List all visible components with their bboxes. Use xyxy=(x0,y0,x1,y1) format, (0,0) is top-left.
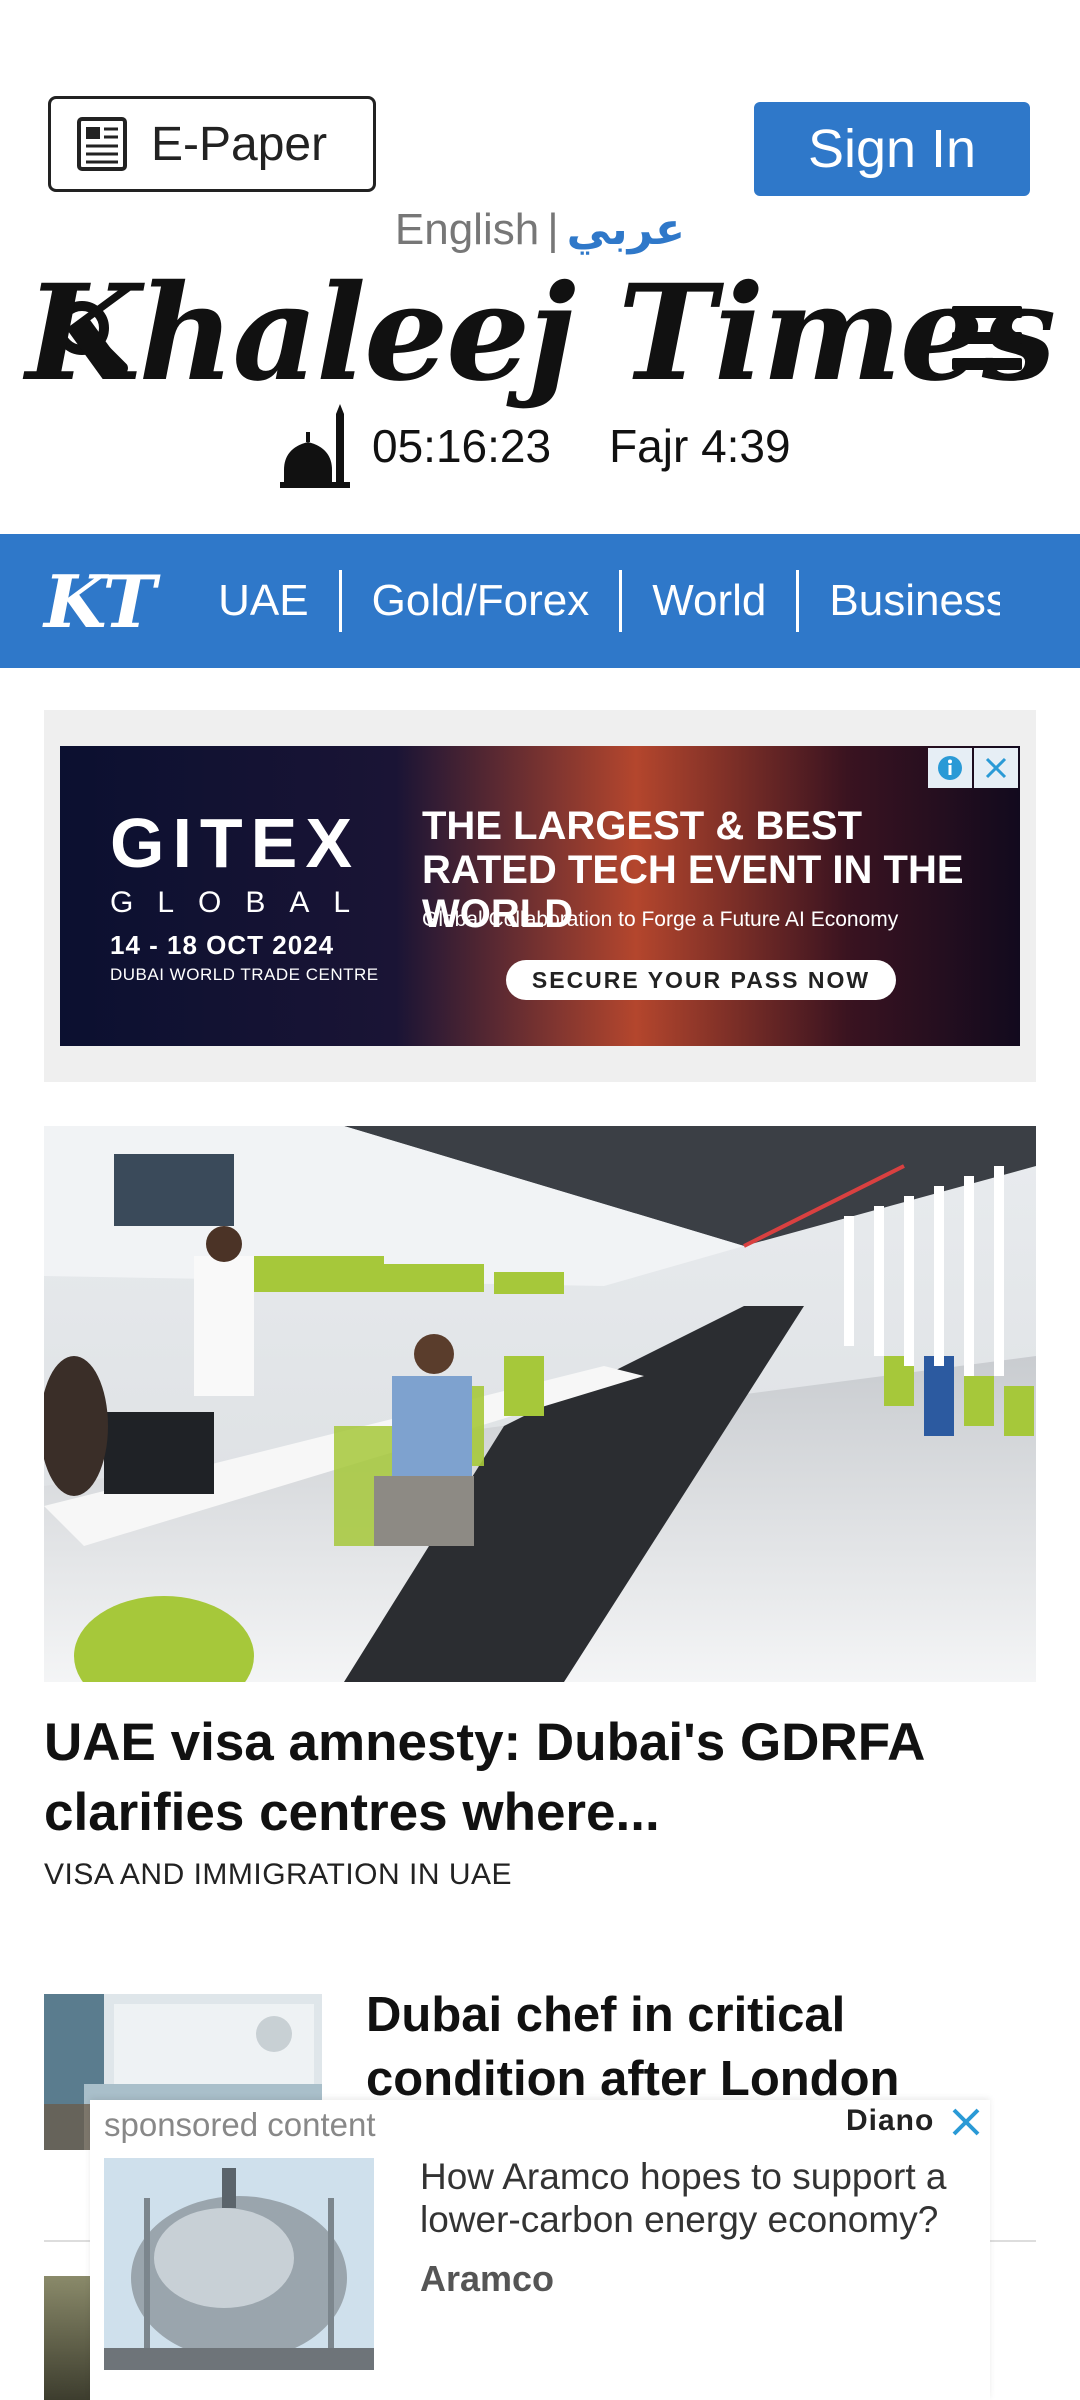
site-logo[interactable]: Khaleej Times xyxy=(0,268,1080,400)
nav-item-uae[interactable]: UAE xyxy=(188,576,338,626)
lead-story-image[interactable] xyxy=(44,1126,1036,1682)
ad-close-icon[interactable] xyxy=(974,748,1018,788)
gitex-ad-banner[interactable]: GITEX GLOBAL 14 - 18 OCT 2024 DUBAI WORL… xyxy=(60,746,1020,1046)
epaper-button[interactable]: E-Paper xyxy=(48,96,376,192)
lang-separator: | xyxy=(547,205,559,254)
newspaper-icon xyxy=(77,117,127,171)
ad-brand-sub: GLOBAL xyxy=(110,886,375,919)
ad-subheadline: Global Collaboration to Forge a Future A… xyxy=(422,908,899,931)
ad-brand: GITEX GLOBAL 14 - 18 OCT 2024 DUBAI WORL… xyxy=(110,808,379,985)
language-switcher: English | عربي xyxy=(0,204,1080,255)
clock-readout: 05:16:23 xyxy=(372,420,552,472)
provider-logo: Diano xyxy=(846,2104,935,2137)
lang-english-link[interactable]: English xyxy=(395,205,539,254)
sponsored-title[interactable]: How Aramco hopes to support a lower-carb… xyxy=(420,2156,980,2241)
ad-dates: 14 - 18 OCT 2024 xyxy=(110,930,335,960)
ad-info-icon[interactable] xyxy=(928,748,972,788)
sponsored-content-widget[interactable]: sponsored content Diano How Aramco hopes… xyxy=(90,2100,990,2400)
nav-item-world[interactable]: World xyxy=(622,576,796,626)
prayer-time: Fajr 4:39 xyxy=(609,420,791,472)
ad-container: GITEX GLOBAL 14 - 18 OCT 2024 DUBAI WORL… xyxy=(44,710,1036,1082)
sign-in-button[interactable]: Sign In xyxy=(754,102,1030,196)
ad-cta-button[interactable]: SECURE YOUR PASS NOW xyxy=(506,960,896,1000)
hamburger-menu-icon[interactable] xyxy=(952,306,1022,370)
section-nav: KT UAE Gold/Forex World Business xyxy=(0,534,1080,668)
sponsored-source: Aramco xyxy=(420,2258,555,2299)
ad-venue: DUBAI WORLD TRADE CENTRE xyxy=(110,965,379,984)
sponsored-image[interactable] xyxy=(104,2158,374,2370)
story-title[interactable]: Dubai chef in critical condition after L… xyxy=(366,1984,1036,2111)
nav-item-gold-forex[interactable]: Gold/Forex xyxy=(342,576,620,626)
lead-story-title[interactable]: UAE visa amnesty: Dubai's GDRFA clarifie… xyxy=(44,1708,1036,1849)
sponsored-label: sponsored content xyxy=(104,2106,376,2143)
ad-brand-name: GITEX xyxy=(110,804,361,882)
lead-story-category[interactable]: VISA AND IMMIGRATION IN UAE xyxy=(44,1858,512,1892)
mosque-icon xyxy=(280,404,350,488)
lang-arabic-link[interactable]: عربي xyxy=(567,205,685,254)
close-icon[interactable] xyxy=(948,2104,984,2140)
prayer-times: 05:16:23 Fajr 4:39 xyxy=(280,404,820,488)
nav-fade xyxy=(1000,534,1080,668)
nav-logo[interactable]: KT xyxy=(44,559,156,644)
epaper-label: E-Paper xyxy=(151,117,328,171)
